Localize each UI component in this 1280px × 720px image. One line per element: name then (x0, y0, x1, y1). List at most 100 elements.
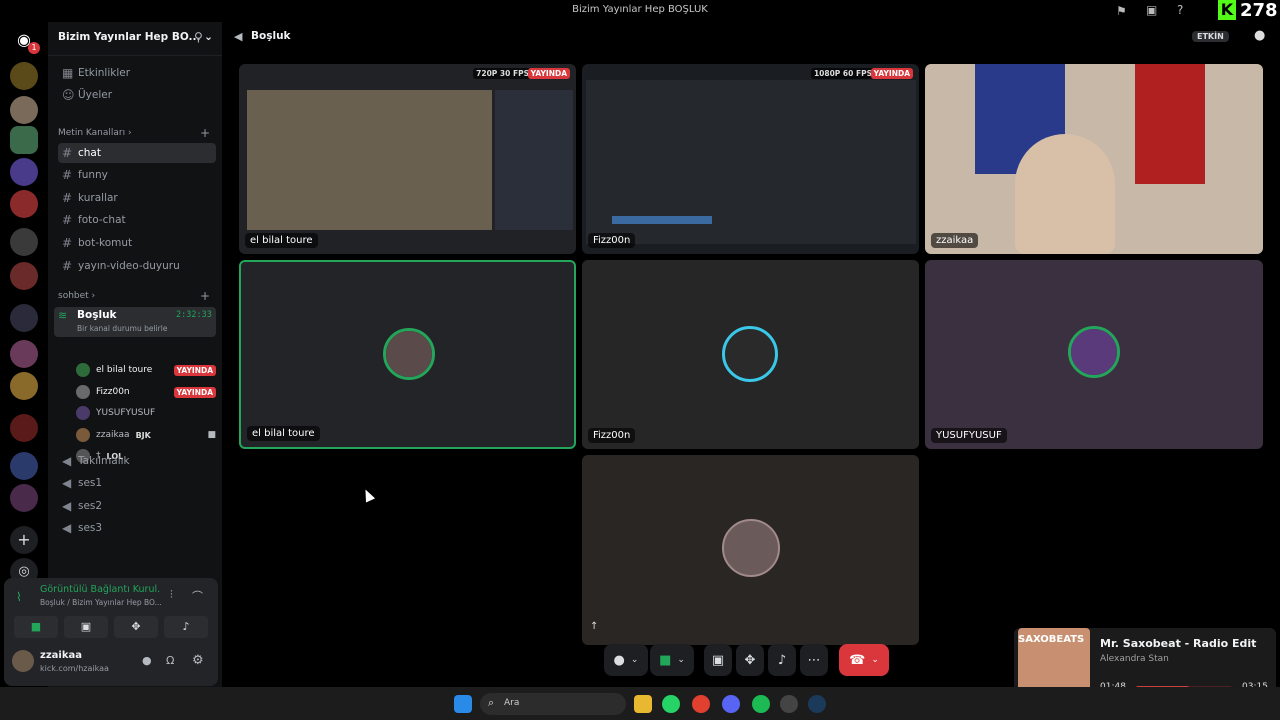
user-sub: kick.com/hzaikaa (40, 664, 109, 673)
taskbar: ⌕ Ara (0, 687, 1280, 720)
screen-share-control[interactable]: ▣ (704, 644, 732, 676)
channel-yayin-video-duyuru[interactable]: # yayın-video-duyuru (58, 256, 216, 276)
voice-section-header[interactable]: sohbet › (58, 291, 95, 301)
screen-share-button[interactable]: ▣ (64, 616, 108, 638)
noise-icon[interactable]: ⫶ (170, 588, 173, 602)
stream-meta-badge: 1080P 60 FPS (810, 68, 875, 79)
participant-tile[interactable]: Fizz00n (582, 260, 919, 449)
stream-meta-badge: 720P 30 FPS (473, 68, 532, 79)
camera-control[interactable]: ■ ⌄ (650, 644, 694, 676)
help-icon[interactable]: ? (1177, 3, 1183, 17)
hangup-button[interactable]: ☎ ⌄ (839, 644, 889, 676)
add-channel-icon[interactable]: + (200, 289, 210, 303)
voice-user[interactable]: zzaikaa BJK ■ (76, 426, 216, 444)
inbox-icon[interactable]: ⚑ (1116, 4, 1127, 18)
server-icon[interactable] (10, 262, 38, 290)
voice-channel-ses3[interactable]: ◀ ses3 (58, 518, 216, 538)
voice-status[interactable]: Bir kanal durumu belirle (77, 324, 167, 333)
invite-icon[interactable]: ⚲ (194, 30, 203, 44)
mic-control[interactable]: ● ⌄ (604, 644, 648, 676)
participant-tile[interactable]: YUSUFYUSUF (925, 260, 1263, 449)
avatar (76, 385, 90, 399)
speaker-icon: ◀ (62, 499, 72, 513)
hangup-icon: ☎ (849, 652, 866, 668)
obs-icon[interactable] (780, 695, 798, 713)
channel-label: ses1 (78, 477, 103, 489)
disconnect-icon[interactable]: ⌒ (192, 588, 203, 604)
camera-button[interactable]: ■ (14, 616, 58, 638)
voice-user-badge: YAYINDA (173, 364, 216, 376)
server-icon[interactable] (10, 62, 38, 90)
voice-user-name: Fizz00n (96, 387, 130, 397)
voice-user[interactable]: YUSUFYUSUF (76, 404, 216, 422)
monitor-icon[interactable]: ▣ (1146, 3, 1157, 17)
taskbar-search[interactable]: ⌕ Ara (480, 693, 626, 715)
nav-members[interactable]: ☺ Üyeler (58, 85, 216, 105)
channel-kurallar[interactable]: # kurallar (58, 188, 216, 208)
soundboard-button[interactable]: ♪ (164, 616, 208, 638)
server-icon[interactable] (10, 452, 38, 480)
kick-logo-icon: K (1218, 0, 1236, 20)
connection-sub[interactable]: Boşluk / Bizim Yayınlar Hep BO... (40, 598, 162, 607)
voice-user[interactable]: el bilal toure YAYINDA (76, 361, 216, 379)
voice-channel-ses1[interactable]: ◀ ses1 (58, 473, 216, 493)
voice-channel-takilmalik[interactable]: ◀ Takılmalık (58, 451, 216, 471)
spotify-icon[interactable] (752, 695, 770, 713)
pin-icon[interactable]: ↑ (590, 621, 598, 632)
headphones-icon[interactable]: Ω (166, 654, 174, 667)
server-icon[interactable] (10, 96, 38, 124)
windows-start-icon[interactable] (454, 695, 472, 713)
stream-tile[interactable]: 1080P 60 FPS YAYINDA Fizz00n (582, 64, 919, 254)
add-channel-icon[interactable]: + (200, 126, 210, 140)
discord-icon[interactable] (722, 695, 740, 713)
participant-tile[interactable]: ↑ (582, 455, 919, 645)
participant-tile[interactable]: el bilal toure (239, 260, 576, 449)
channel-chat[interactable]: # chat (58, 143, 216, 163)
voice-user[interactable]: Fizz00n YAYINDA (76, 383, 216, 401)
server-icon[interactable] (10, 484, 38, 512)
channel-bot-komut[interactable]: # bot-komut (58, 233, 216, 253)
more-control[interactable]: ⋯ (800, 644, 828, 676)
voice-channel-active[interactable]: ≋ Boşluk 2:32:33 Bir kanal durumu belirl… (54, 307, 216, 337)
chat-bubble-icon[interactable]: ● (1254, 28, 1265, 43)
server-name[interactable]: Bizim Yayınlar Hep BO... ⌄ (58, 31, 213, 43)
dm-badge: 1 (28, 42, 40, 54)
tile-name-tag: Fizz00n (588, 428, 636, 443)
activities-control[interactable]: ✥ (736, 644, 764, 676)
activity-button[interactable]: ✥ (114, 616, 158, 638)
camera-tile[interactable]: zzaikaa (925, 64, 1263, 254)
voice-channel-ses2[interactable]: ◀ ses2 (58, 496, 216, 516)
stream-tile[interactable]: 720P 30 FPS YAYINDA el bilal toure (239, 64, 576, 254)
activity-badge[interactable]: ETKİN (1192, 31, 1229, 42)
more-icon: ⋯ (807, 652, 821, 668)
server-icon[interactable] (10, 414, 38, 442)
avatar (1071, 329, 1117, 375)
server-icon[interactable] (10, 158, 38, 186)
voice-user-name: el bilal toure (96, 365, 153, 375)
server-icon[interactable] (10, 228, 38, 256)
soundboard-control[interactable]: ♪ (768, 644, 796, 676)
mic-icon[interactable]: ● (142, 654, 152, 667)
server-icon[interactable] (10, 372, 38, 400)
nav-events[interactable]: ▦ Etkinlikler (58, 63, 216, 83)
title-bar: Bizim Yayınlar Hep BOŞLUK ⚑ ▣ ? K 278 (0, 0, 1280, 22)
file-explorer-icon[interactable] (634, 695, 652, 713)
chrome-icon[interactable] (692, 695, 710, 713)
user-avatar[interactable] (12, 650, 34, 672)
video-stage: ◀ Boşluk ETKİN ● 720P 30 FPS YAYINDA el … (222, 22, 1280, 687)
tile-name-tag: zzaikaa (931, 233, 979, 248)
settings-gear-icon[interactable]: ⚙ (192, 653, 204, 668)
channel-funny[interactable]: # funny (58, 165, 216, 185)
whatsapp-icon[interactable] (662, 695, 680, 713)
server-icon[interactable] (10, 340, 38, 368)
add-server-icon[interactable]: + (10, 526, 38, 554)
channel-foto-chat[interactable]: # foto-chat (58, 210, 216, 230)
text-section-header[interactable]: Metin Kanalları › (58, 128, 132, 138)
server-icon[interactable] (10, 190, 38, 218)
server-name-label: Bizim Yayınlar Hep BO... (58, 31, 201, 43)
server-icon[interactable] (10, 304, 38, 332)
server-icon[interactable] (10, 126, 38, 154)
steam-icon[interactable] (808, 695, 826, 713)
channel-sidebar: Bizim Yayınlar Hep BO... ⌄ ⚲ ▦ Etkinlikle… (4, 22, 222, 687)
chevron-down-icon: ⌄ (677, 655, 685, 665)
